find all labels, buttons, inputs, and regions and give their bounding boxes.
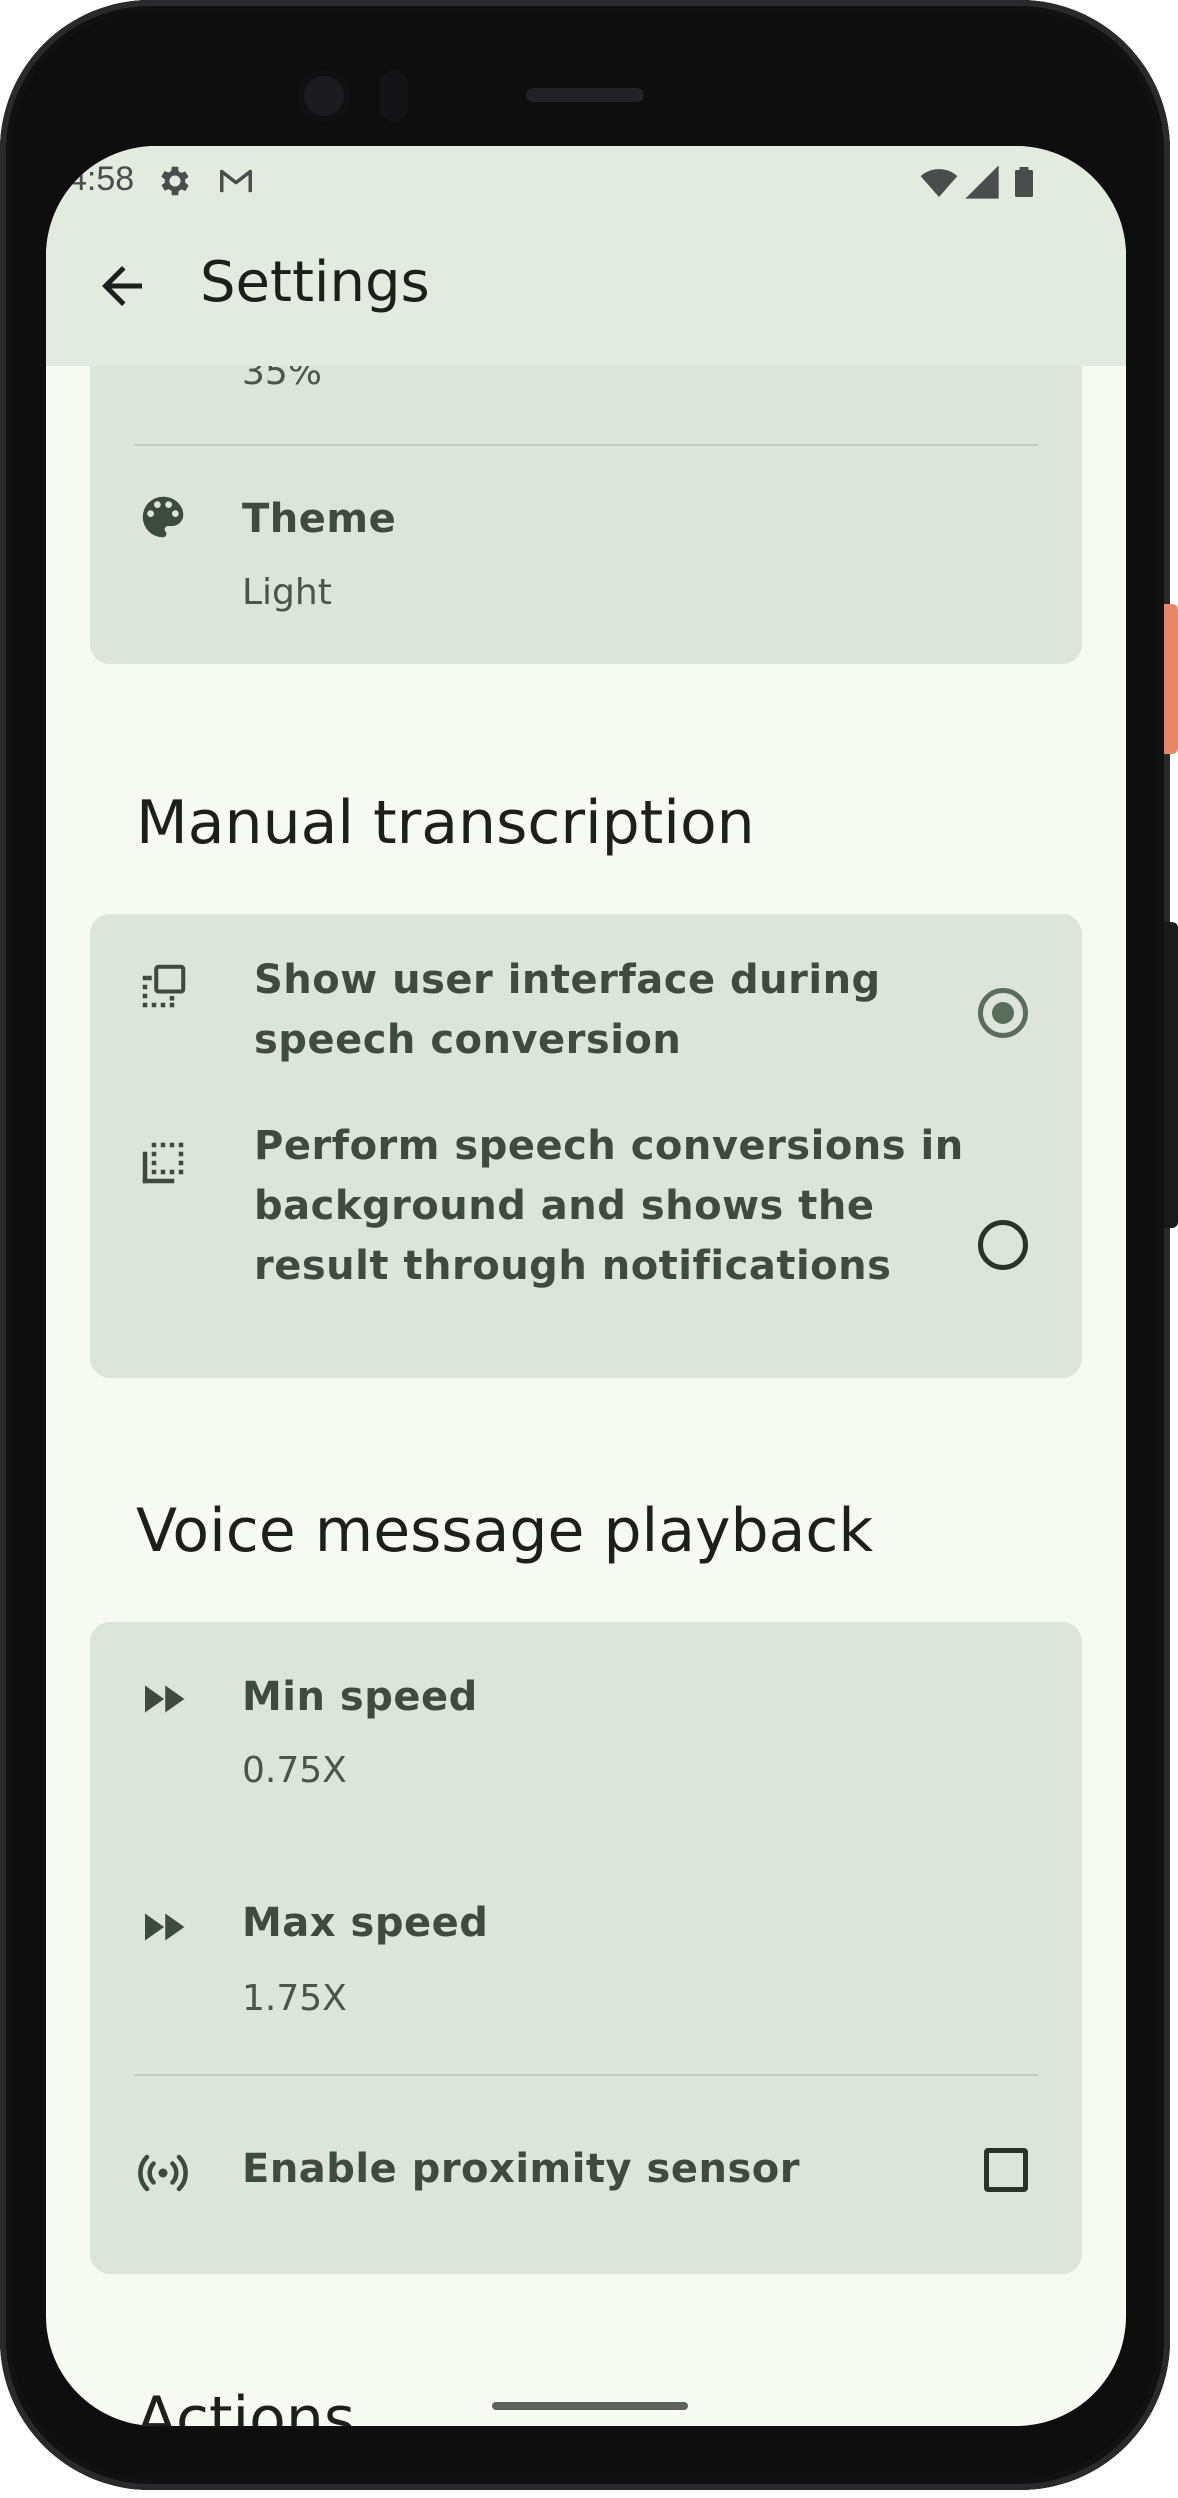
option-show-ui-label: Show user interface during speech conver… (254, 950, 881, 1070)
theme-row[interactable]: Theme Light (90, 446, 1082, 656)
gmail-icon (220, 169, 252, 193)
option-show-ui-line1: Show user interface during (254, 957, 881, 1003)
max-speed-row[interactable]: Max speed 1.75X (90, 1848, 1082, 2074)
min-speed-title: Min speed (242, 1674, 478, 1720)
front-camera (298, 70, 350, 122)
option-background-line3: result through notifications (254, 1243, 892, 1289)
page-title: Settings (200, 250, 430, 315)
arrow-back-icon[interactable] (92, 256, 152, 316)
voice-playback-card: Min speed 0.75X Max speed 1.75X Enable p… (90, 1622, 1082, 2274)
top-app-bar: 4:58 Settings (46, 146, 1126, 366)
manual-transcription-card: Show user interface during speech conver… (90, 914, 1082, 1378)
battery-icon (1015, 167, 1033, 197)
proximity-sensor-row[interactable]: Enable proximity sensor (90, 2076, 1082, 2274)
option-background[interactable]: Perform speech conversions in background… (90, 1114, 1082, 1378)
proximity-sensor-hardware (380, 70, 408, 122)
radio-background-unselected[interactable] (978, 1220, 1028, 1270)
fast-forward-icon (145, 1685, 185, 1713)
option-show-ui-line2: speech conversion (254, 1017, 682, 1063)
actions-header-partial: Actions (136, 2384, 356, 2426)
option-show-ui[interactable]: Show user interface during speech conver… (90, 914, 1082, 1114)
theme-title: Theme (242, 496, 397, 542)
status-time: 4:58 (68, 160, 135, 198)
select-all-icon (142, 1142, 184, 1184)
sensors-icon (138, 2154, 188, 2192)
option-background-line2: background and shows the (254, 1183, 875, 1229)
proximity-sensor-title: Enable proximity sensor (242, 2146, 800, 2192)
theme-value: Light (242, 572, 332, 613)
voice-playback-header: Voice message playback (136, 1496, 874, 1566)
max-speed-title: Max speed (242, 1900, 489, 1946)
picture-in-picture-icon (142, 964, 186, 1008)
earpiece-speaker (526, 88, 644, 102)
min-speed-row[interactable]: Min speed 0.75X (90, 1622, 1082, 1848)
option-background-label: Perform speech conversions in background… (254, 1116, 964, 1296)
settings-list[interactable]: 35% Theme Light Manual transcription Sho… (46, 146, 1126, 2426)
option-background-line1: Perform speech conversions in (254, 1123, 964, 1169)
home-indicator[interactable] (492, 2402, 688, 2410)
wifi-icon (920, 169, 958, 197)
fast-forward-icon (145, 1913, 185, 1941)
screen: 35% Theme Light Manual transcription Sho… (46, 146, 1126, 2426)
radio-show-ui-selected[interactable] (978, 988, 1028, 1038)
manual-transcription-header: Manual transcription (136, 788, 755, 858)
min-speed-value: 0.75X (242, 1750, 347, 1791)
signal-icon (965, 165, 999, 199)
power-button (1164, 604, 1178, 754)
max-speed-value: 1.75X (242, 1978, 347, 2019)
gear-icon (161, 166, 189, 196)
palette-icon (142, 496, 184, 538)
status-bar: 4:58 (46, 146, 1126, 216)
volume-button (1164, 922, 1178, 1228)
proximity-sensor-checkbox[interactable] (984, 2148, 1028, 2192)
